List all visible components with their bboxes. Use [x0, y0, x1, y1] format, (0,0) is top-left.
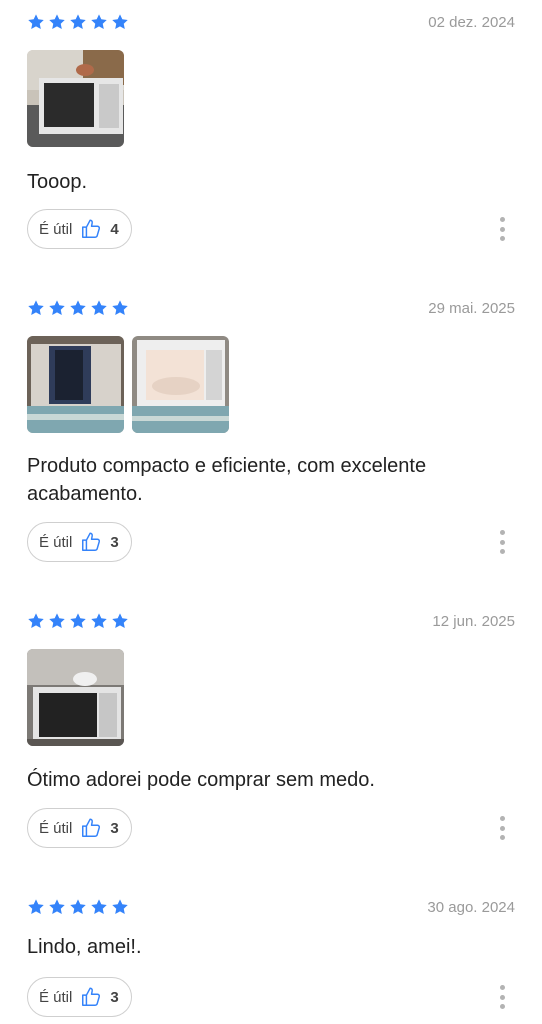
star-icon: [48, 13, 66, 31]
more-options-icon[interactable]: [498, 816, 506, 840]
star-icon: [48, 898, 66, 916]
review-text: Ótimo adorei pode comprar sem medo.: [27, 769, 375, 791]
star-rating: [27, 299, 129, 319]
star-icon: [27, 612, 45, 630]
thumbs-up-icon: [80, 986, 102, 1008]
star-icon: [111, 898, 129, 916]
star-icon: [90, 612, 108, 630]
star-icon: [48, 612, 66, 630]
review-text: Produto compacto e eficiente, com excele…: [27, 455, 427, 505]
review-date: 30 ago. 2024: [427, 899, 515, 916]
review-text: Lindo, amei!.: [27, 936, 142, 958]
review-photo-microwave-on-table[interactable]: [27, 336, 124, 433]
review-date: 29 mai. 2025: [428, 300, 515, 317]
star-icon: [48, 299, 66, 317]
useful-button[interactable]: É útil 3: [27, 522, 132, 562]
star-icon: [90, 299, 108, 317]
star-icon: [111, 13, 129, 31]
useful-label: É útil: [39, 220, 73, 238]
star-rating: [27, 13, 129, 33]
star-icon: [111, 612, 129, 630]
star-icon: [69, 13, 87, 31]
useful-count: 3: [110, 533, 119, 551]
star-icon: [90, 13, 108, 31]
more-options-icon[interactable]: [498, 217, 506, 241]
star-rating: [27, 898, 129, 918]
useful-label: É útil: [39, 819, 73, 837]
useful-button[interactable]: É útil 4: [27, 209, 132, 249]
star-rating: [27, 612, 129, 632]
star-icon: [69, 898, 87, 916]
star-icon: [27, 898, 45, 916]
review-photos: [27, 50, 124, 147]
review-photo-microwave-in-shelf[interactable]: [27, 649, 124, 746]
review-photo-microwave-on-counter[interactable]: [27, 50, 124, 147]
useful-count: 4: [110, 220, 119, 238]
review-date: 02 dez. 2024: [428, 14, 515, 31]
thumbs-up-icon: [80, 531, 102, 553]
star-icon: [90, 898, 108, 916]
useful-button[interactable]: É útil 3: [27, 808, 132, 848]
more-options-icon[interactable]: [498, 985, 506, 1009]
review-text: Tooop.: [27, 171, 88, 193]
useful-label: É útil: [39, 533, 73, 551]
review-photos: [27, 649, 124, 746]
star-icon: [27, 299, 45, 317]
thumbs-up-icon: [80, 817, 102, 839]
review-photo-microwave-door-open[interactable]: [132, 336, 229, 433]
star-icon: [111, 299, 129, 317]
useful-button[interactable]: É útil 3: [27, 977, 132, 1017]
thumbs-up-icon: [80, 218, 102, 240]
review-photos: [27, 336, 229, 433]
useful-count: 3: [110, 988, 119, 1006]
useful-label: É útil: [39, 988, 73, 1006]
star-icon: [69, 299, 87, 317]
more-options-icon[interactable]: [498, 530, 506, 554]
useful-count: 3: [110, 819, 119, 837]
review-date: 12 jun. 2025: [432, 613, 515, 630]
star-icon: [69, 612, 87, 630]
star-icon: [27, 13, 45, 31]
